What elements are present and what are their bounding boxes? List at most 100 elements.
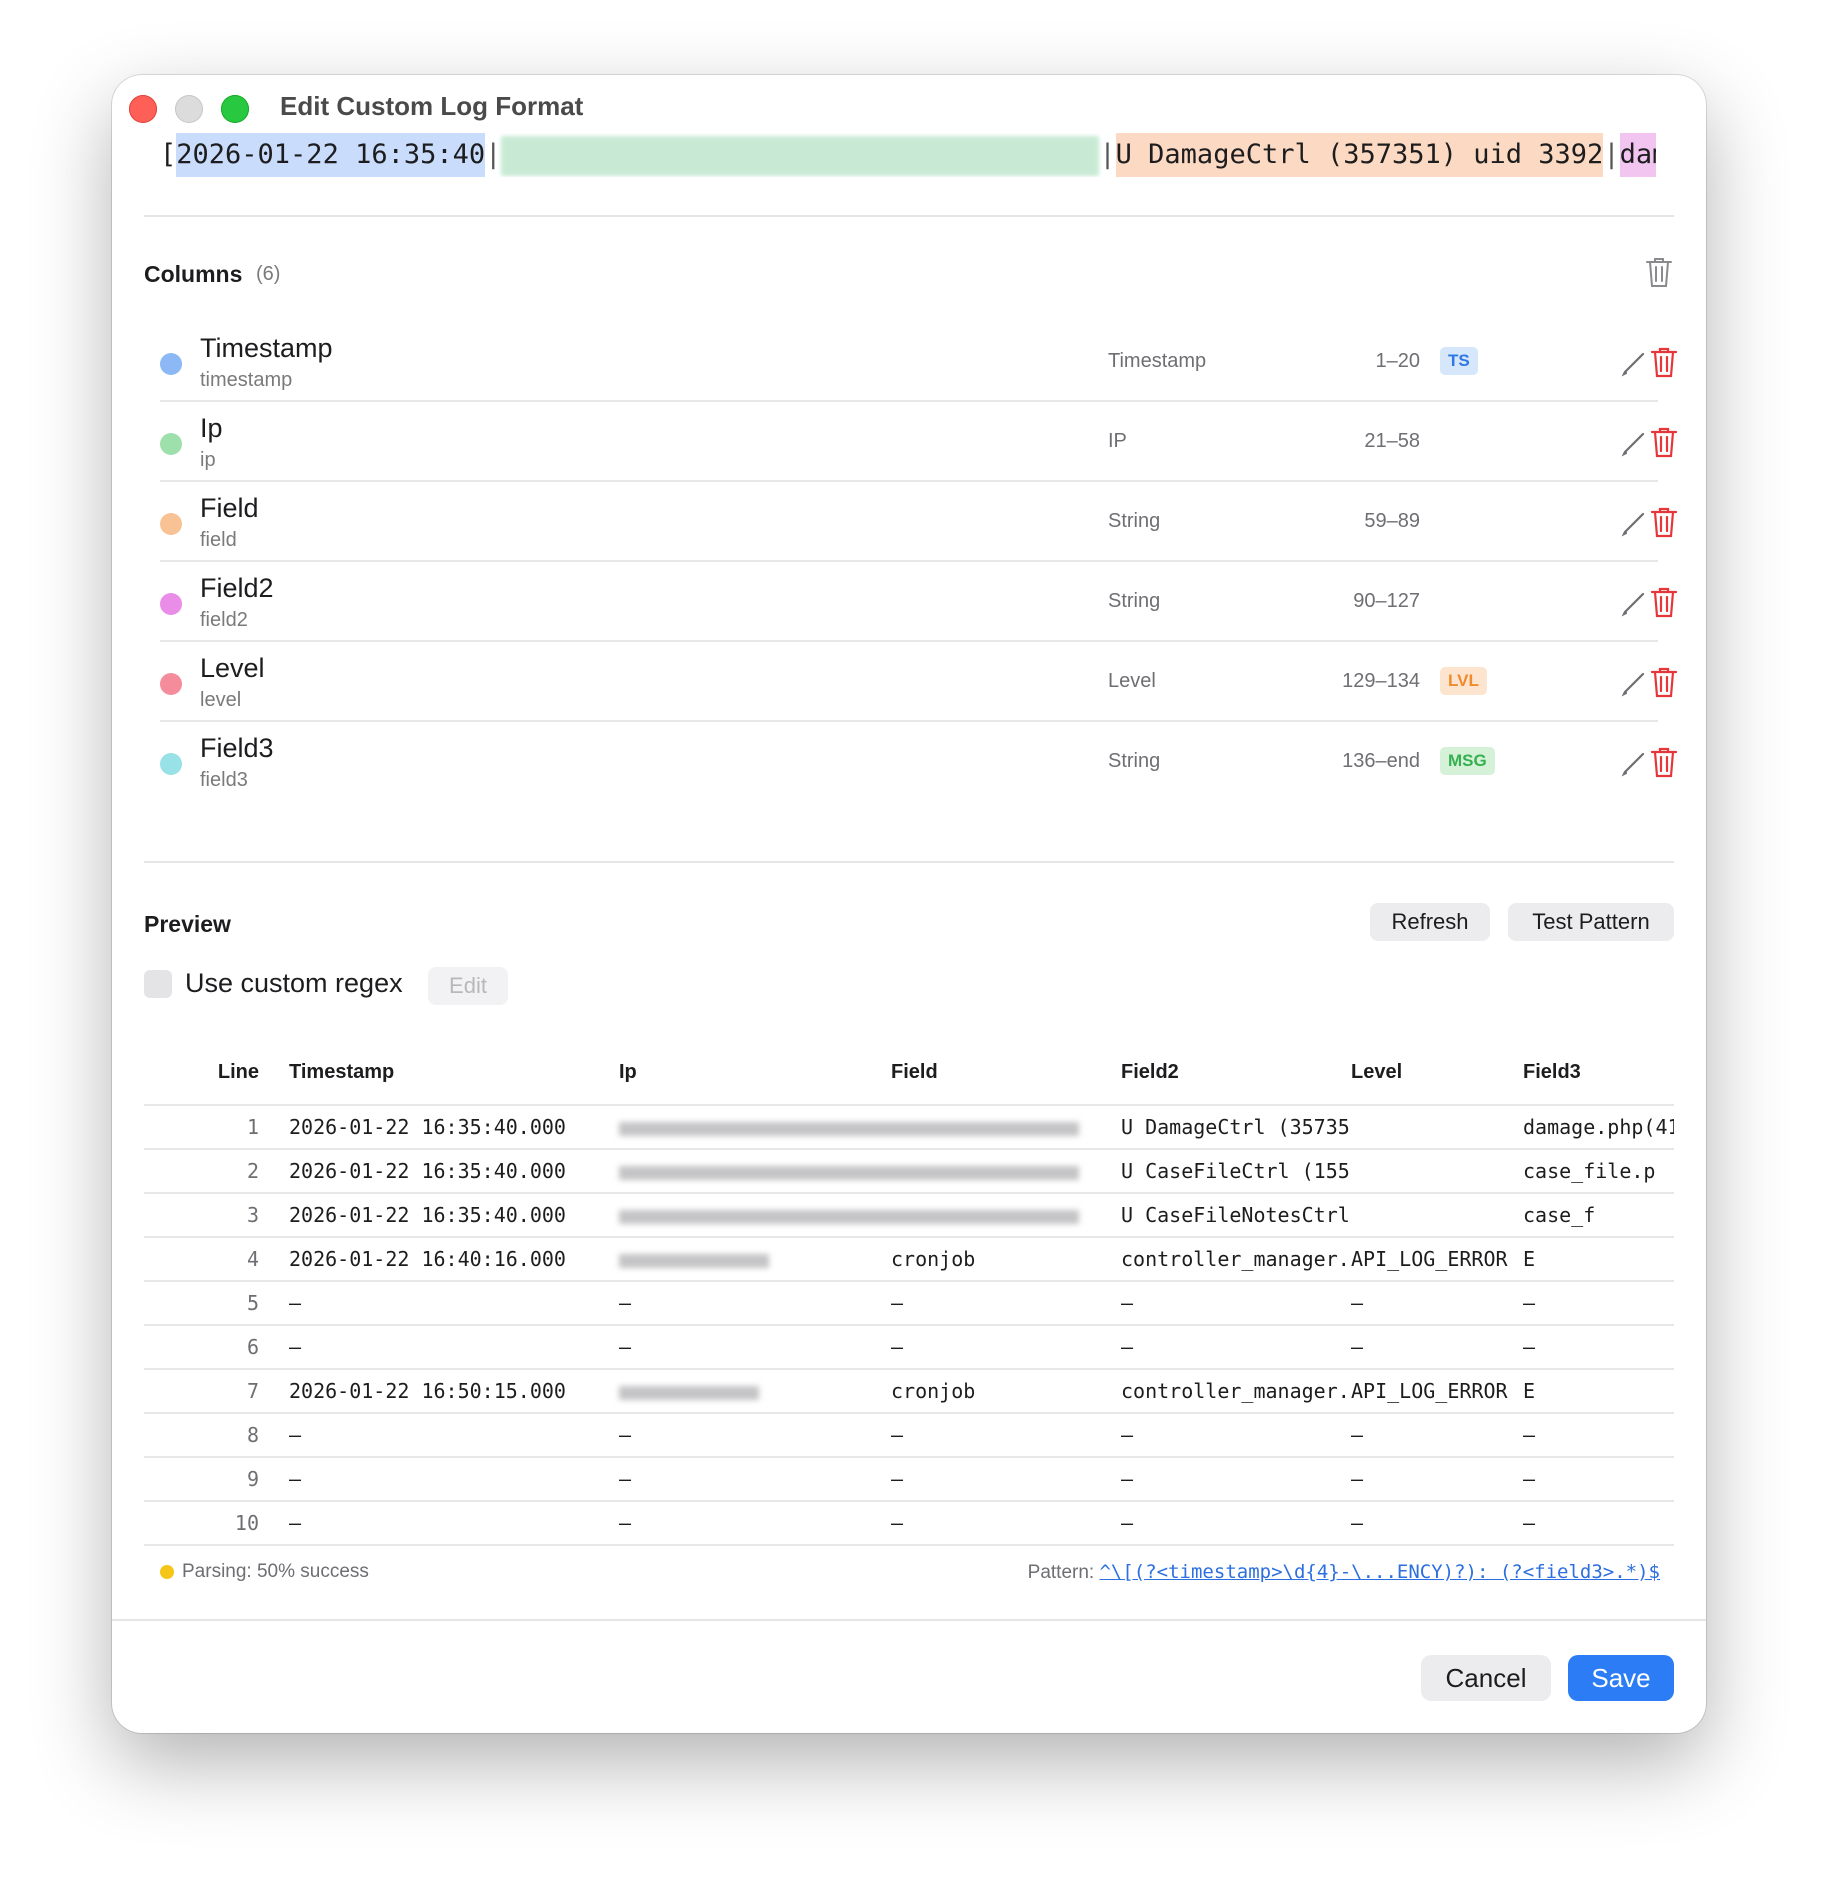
table-row[interactable]: 9– – – – – –: [144, 1456, 1674, 1501]
parsing-status: Parsing: 50% success: [160, 1561, 369, 1583]
preview-cell: 4: [144, 1236, 289, 1281]
preview-cell: –: [289, 1500, 619, 1546]
preview-cell: –: [1121, 1412, 1351, 1457]
preview-header-ip[interactable]: Ip: [619, 1040, 891, 1105]
sample-ip-segment-redacted: [501, 135, 1100, 176]
zoom-window-button[interactable]: [221, 95, 249, 123]
preview-cell: –: [1523, 1456, 1674, 1501]
preview-cell: U DamageCtrl (357351) uid 3392: [1121, 1104, 1351, 1149]
column-name: Timestamp: [200, 333, 333, 363]
sample-separator: |: [1603, 139, 1620, 170]
preview-cell: 6: [144, 1324, 289, 1369]
edit-pencil-icon[interactable]: [1618, 507, 1650, 539]
column-color-dot: [160, 593, 182, 615]
table-row[interactable]: 4 2026-01-22 16:40:16.000 cronjob controlle…: [144, 1236, 1674, 1281]
preview-cell: controller_manager.php(294): [1121, 1236, 1351, 1281]
column-badge: LVL: [1440, 667, 1487, 695]
preview-cell: API_LOG_ERROR: [1351, 1368, 1523, 1413]
preview-cell: API_LOG_ERROR: [1351, 1236, 1523, 1281]
delete-all-columns-icon[interactable]: [1644, 255, 1674, 289]
column-row-level[interactable]: Level level Level 129–134 LVL: [160, 645, 1678, 725]
redacted-ip: [619, 1253, 769, 1268]
save-button[interactable]: Save: [1568, 1655, 1674, 1701]
preview-cell: cronjob: [891, 1368, 1121, 1413]
edit-pencil-icon[interactable]: [1618, 427, 1650, 459]
preview-cell: E: [1523, 1368, 1674, 1413]
column-row-ip[interactable]: Ip ip IP 21–58: [160, 405, 1678, 485]
delete-trash-icon[interactable]: [1648, 505, 1680, 539]
edit-pencil-icon[interactable]: [1618, 587, 1650, 619]
preview-cell: –: [1351, 1324, 1523, 1369]
column-row-field3[interactable]: Field3 field3 String 136–end MSG: [160, 725, 1678, 805]
table-row[interactable]: 6– – – – – –: [144, 1324, 1674, 1369]
column-type: Timestamp: [1108, 350, 1207, 372]
preview-cell: –: [289, 1324, 619, 1369]
column-row-field[interactable]: Field field String 59–89: [160, 485, 1678, 565]
preview-cell: –: [1523, 1280, 1674, 1325]
column-color-dot: [160, 753, 182, 775]
preview-cell: 2026-01-22 16:35:40.000: [289, 1148, 619, 1193]
edit-pencil-icon[interactable]: [1618, 747, 1650, 779]
cancel-button[interactable]: Cancel: [1421, 1655, 1551, 1701]
table-row[interactable]: 1 2026-01-22 16:35:40.000 U DamageCtrl (35…: [144, 1104, 1674, 1149]
delete-trash-icon[interactable]: [1648, 345, 1680, 379]
preview-header-field3[interactable]: Field3: [1523, 1040, 1674, 1105]
table-row[interactable]: 10– – – – – –: [144, 1500, 1674, 1546]
preview-cell: –: [289, 1456, 619, 1501]
table-row[interactable]: 7 2026-01-22 16:50:15.000 cronjob controlle…: [144, 1368, 1674, 1413]
column-row-divider: [160, 480, 1658, 482]
edit-pencil-icon[interactable]: [1618, 667, 1650, 699]
column-range: 21–58: [1364, 430, 1420, 452]
delete-trash-icon[interactable]: [1648, 585, 1680, 619]
preview-header-timestamp[interactable]: Timestamp: [289, 1040, 619, 1105]
use-custom-regex-checkbox[interactable]: [144, 970, 172, 998]
table-row[interactable]: 2 2026-01-22 16:35:40.000 U CaseFileCtrl (…: [144, 1148, 1674, 1193]
column-range: 129–134: [1342, 670, 1420, 692]
column-row-field2[interactable]: Field2 field2 String 90–127: [160, 565, 1678, 645]
preview-header-field2[interactable]: Field2: [1121, 1040, 1351, 1105]
column-row-divider: [160, 640, 1658, 642]
column-color-dot: [160, 673, 182, 695]
preview-cell-ip-redacted: [619, 1236, 891, 1281]
column-name: Field2: [200, 573, 274, 603]
sample-separator: |: [1099, 139, 1116, 170]
parsing-status-text: Parsing: 50% success: [182, 1561, 369, 1582]
column-name: Level: [200, 653, 265, 683]
table-row[interactable]: 8– – – – – –: [144, 1412, 1674, 1457]
sample-separator: |: [485, 139, 502, 170]
test-pattern-button[interactable]: Test Pattern: [1508, 903, 1674, 941]
preview-cell: case_file.p: [1523, 1148, 1674, 1193]
table-row[interactable]: 3 2026-01-22 16:35:40.000 U CaseFileNotesC…: [144, 1192, 1674, 1237]
preview-cell: –: [891, 1412, 1121, 1457]
sample-timestamp-segment: 2026-01-22 16:35:40: [176, 133, 486, 177]
column-row-divider: [160, 560, 1658, 562]
preview-cell: 2026-01-22 16:50:15.000: [289, 1368, 619, 1413]
edit-pencil-icon[interactable]: [1618, 347, 1650, 379]
delete-trash-icon[interactable]: [1648, 745, 1680, 779]
column-badge: TS: [1440, 347, 1478, 375]
preview-header-level[interactable]: Level: [1351, 1040, 1523, 1105]
preview-cell: 3: [144, 1192, 289, 1237]
sample-log-line: [2026-01-22 16:35:40| |U DamageCtrl (3573…: [160, 133, 1656, 177]
table-row[interactable]: 5– – – – – –: [144, 1280, 1674, 1325]
delete-trash-icon[interactable]: [1648, 665, 1680, 699]
preview-cell: [1351, 1148, 1523, 1193]
status-dot-icon: [160, 1564, 174, 1579]
delete-trash-icon[interactable]: [1648, 425, 1680, 459]
preview-cell: 5: [144, 1280, 289, 1325]
preview-header-line[interactable]: Line: [144, 1040, 289, 1105]
refresh-button[interactable]: Refresh: [1370, 903, 1490, 941]
edit-regex-button[interactable]: Edit: [428, 967, 508, 1005]
pattern-link[interactable]: ^\[(?<timestamp>\d{4}-\...ENCY)?): (?<fi…: [1099, 1561, 1660, 1583]
column-row-timestamp[interactable]: Timestamp timestamp Timestamp 1–20 TS: [160, 325, 1678, 405]
minimize-window-button[interactable]: [175, 95, 203, 123]
preview-table: Line Timestamp Ip Field Field2 Level Field3 12…: [144, 1040, 1674, 1546]
close-window-button[interactable]: [129, 95, 157, 123]
column-key: field: [200, 529, 237, 551]
preview-cell: 1: [144, 1104, 289, 1149]
preview-table-header: Line Timestamp Ip Field Field2 Level Field3: [144, 1040, 1674, 1105]
preview-header-field[interactable]: Field: [891, 1040, 1121, 1105]
preview-cell: –: [619, 1412, 891, 1457]
preview-cell: 2026-01-22 16:35:40.000: [289, 1104, 619, 1149]
preview-cell: 2026-01-22 16:40:16.000: [289, 1236, 619, 1281]
